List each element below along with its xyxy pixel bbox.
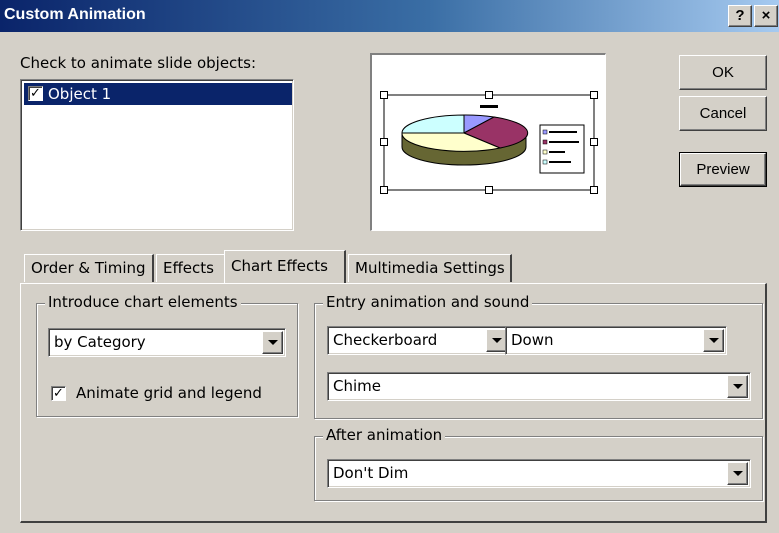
list-item-object-1[interactable]: ✓ Object 1 (24, 83, 292, 105)
after-animation-value: Don't Dim (333, 464, 409, 482)
checkmark-icon: ✓ (53, 386, 64, 401)
slide-preview (370, 53, 606, 231)
close-button[interactable]: × (754, 5, 778, 27)
entry-sound-value: Chime (333, 377, 381, 395)
tab-multimedia-settings[interactable]: Multimedia Settings (348, 254, 512, 282)
chevron-down-icon[interactable] (262, 331, 283, 354)
tab-chart-effects[interactable]: Chart Effects (224, 250, 346, 283)
preview-button[interactable]: Preview (679, 152, 767, 187)
entry-direction-value: Down (511, 331, 554, 349)
entry-effect-select[interactable]: Checkerboard (327, 326, 510, 355)
after-group-title: After animation (323, 426, 446, 444)
entry-direction-select[interactable]: Down (505, 326, 727, 355)
chevron-down-icon[interactable] (486, 329, 507, 352)
introduce-by-value: by Category (54, 333, 146, 351)
introduce-by-select[interactable]: by Category (48, 328, 286, 357)
help-button[interactable]: ? (728, 5, 752, 27)
chevron-down-icon[interactable] (727, 462, 748, 485)
title-bar[interactable]: Custom Animation ? × (0, 0, 779, 32)
after-animation-select[interactable]: Don't Dim (327, 459, 751, 488)
entry-sound-select[interactable]: Chime (327, 372, 751, 401)
after-animation-group: After animation Don't Dim (314, 426, 763, 501)
introduce-group-title: Introduce chart elements (45, 293, 241, 311)
objects-list[interactable]: ✓ Object 1 (20, 79, 294, 231)
chart-thumbnail (383, 94, 595, 191)
help-icon: ? (735, 7, 745, 24)
entry-animation-group: Entry animation and sound Checkerboard D… (314, 293, 763, 419)
tab-effects[interactable]: Effects (156, 254, 226, 282)
entry-group-title: Entry animation and sound (323, 293, 533, 311)
cancel-button[interactable]: Cancel (679, 96, 767, 131)
introduce-chart-elements-group: Introduce chart elements by Category ✓ A… (36, 293, 298, 417)
entry-effect-value: Checkerboard (333, 331, 438, 349)
custom-animation-dialog: Custom Animation ? × Check to animate sl… (0, 0, 779, 533)
animate-grid-checkbox[interactable]: ✓ (51, 386, 66, 401)
checkmark-icon: ✓ (30, 86, 41, 101)
object-1-checkbox[interactable]: ✓ (28, 86, 43, 101)
close-icon: × (761, 7, 771, 24)
tab-order-timing[interactable]: Order & Timing (24, 254, 154, 282)
selection-handle[interactable] (590, 138, 598, 146)
selection-handle[interactable] (590, 91, 598, 99)
chevron-down-icon[interactable] (703, 329, 724, 352)
selection-handle[interactable] (380, 138, 388, 146)
selection-handle[interactable] (590, 186, 598, 194)
ok-button[interactable]: OK (679, 55, 767, 90)
selection-handle[interactable] (485, 186, 493, 194)
selection-handle[interactable] (380, 186, 388, 194)
objects-label: Check to animate slide objects: (20, 54, 257, 72)
object-1-label: Object 1 (48, 85, 112, 103)
window-title: Custom Animation (4, 6, 146, 23)
animate-grid-label: Animate grid and legend (76, 384, 262, 402)
chevron-down-icon[interactable] (727, 375, 748, 398)
selection-handle[interactable] (380, 91, 388, 99)
selection-handle[interactable] (485, 91, 493, 99)
